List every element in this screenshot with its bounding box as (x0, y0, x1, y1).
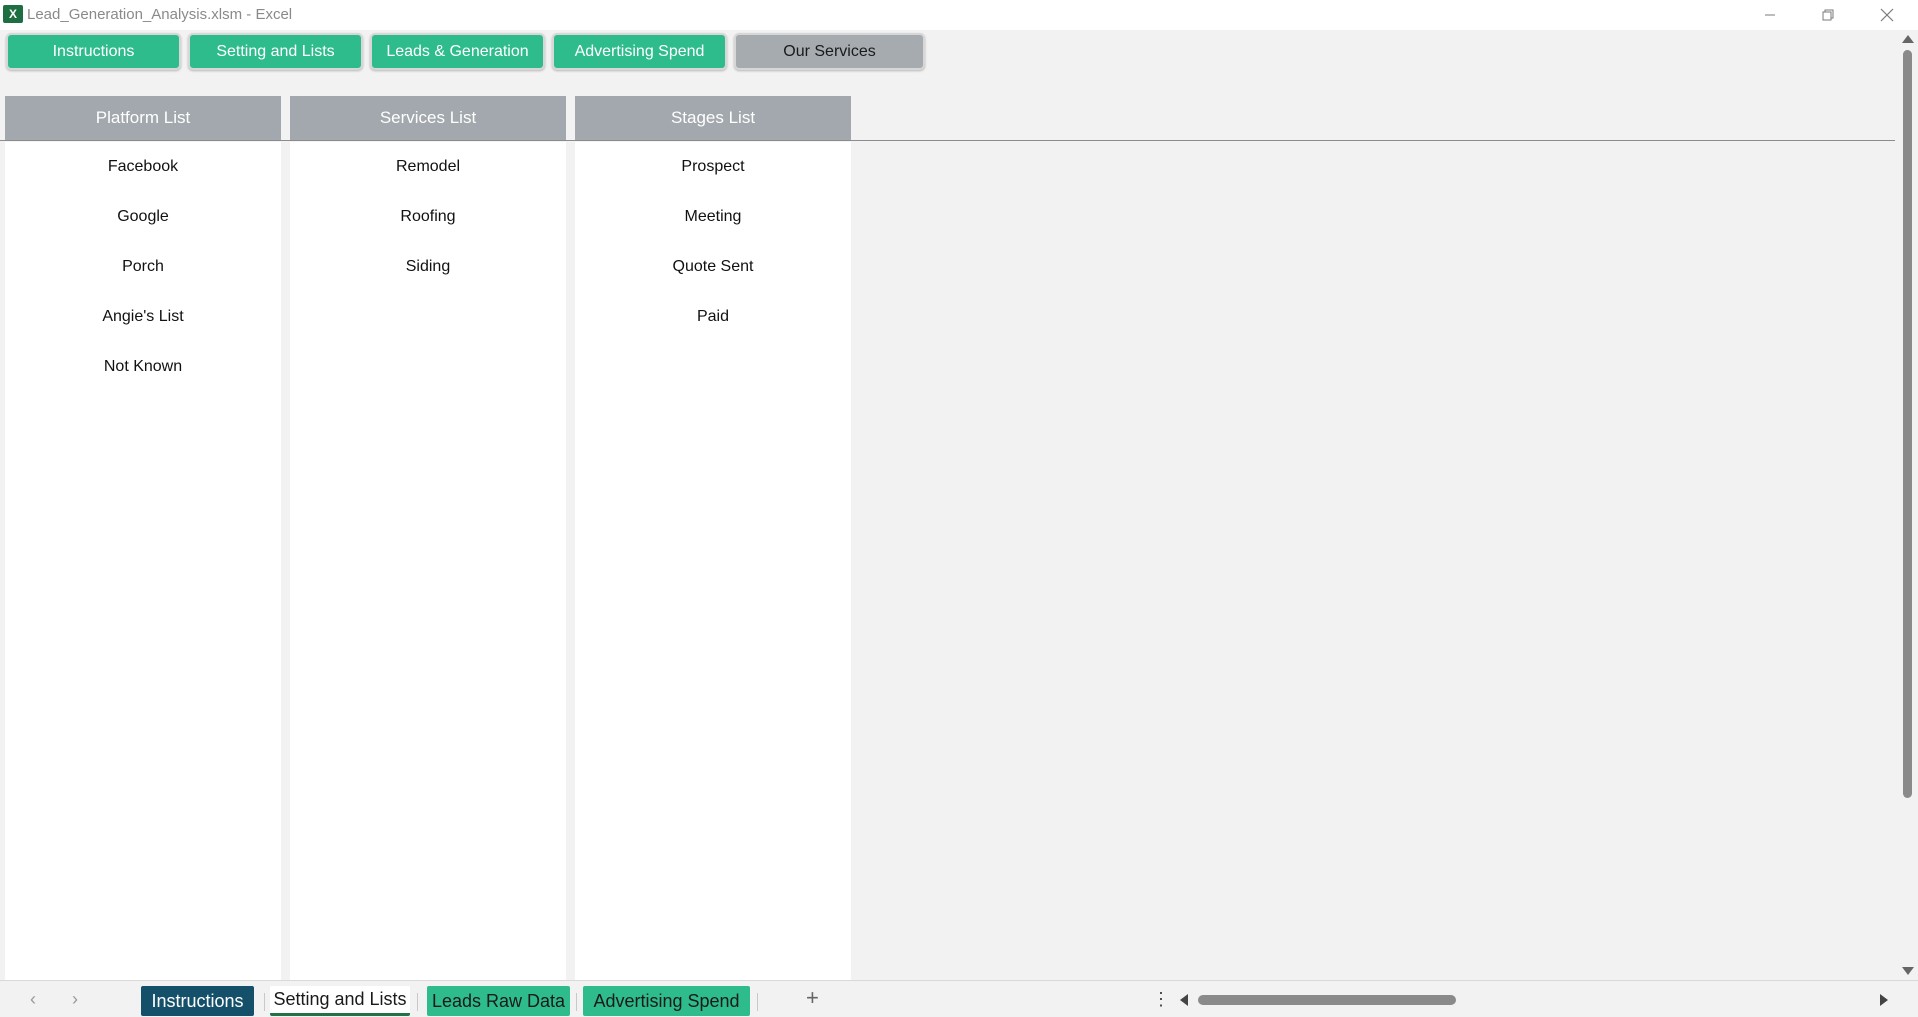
title-bar: X Lead_Generation_Analysis.xlsm - Excel (0, 0, 1918, 30)
restore-button[interactable] (1799, 0, 1857, 30)
stage-item[interactable]: Meeting (575, 208, 851, 226)
advertising-spend-nav-button[interactable]: Advertising Spend (552, 33, 727, 70)
sheet-tab-setting-and-lists[interactable]: Setting and Lists (270, 986, 410, 1016)
chevron-right-icon[interactable]: › (72, 989, 78, 1010)
platform-item[interactable]: Angie's List (5, 308, 281, 326)
tab-separator (576, 993, 577, 1011)
scroll-right-icon[interactable] (1880, 994, 1888, 1006)
stages-list-header: Stages List (575, 96, 851, 140)
horizontal-scroll-thumb[interactable] (1198, 995, 1456, 1005)
minimize-icon (1765, 14, 1775, 16)
worksheet-area (0, 30, 1898, 980)
platform-item[interactable]: Not Known (5, 358, 281, 376)
sheet-tab-leads-raw-data[interactable]: Leads Raw Data (427, 986, 570, 1016)
instructions-nav-button[interactable]: Instructions (6, 33, 181, 70)
platform-item[interactable]: Facebook (5, 158, 281, 176)
plus-icon[interactable]: + (806, 985, 819, 1011)
close-button[interactable] (1858, 0, 1916, 30)
stage-item[interactable]: Quote Sent (575, 258, 851, 276)
stage-item[interactable]: Prospect (575, 158, 851, 176)
scroll-left-icon[interactable] (1180, 994, 1188, 1006)
vertical-scrollbar[interactable] (1898, 30, 1918, 980)
restore-icon (1822, 9, 1834, 21)
services-list-header: Services List (290, 96, 566, 140)
header-divider (0, 140, 1895, 141)
services-list-column: Remodel Roofing Siding (290, 142, 566, 980)
chevron-left-icon[interactable]: ‹ (30, 989, 36, 1010)
leads-generation-nav-button[interactable]: Leads & Generation (370, 33, 545, 70)
scroll-up-icon[interactable] (1902, 35, 1914, 43)
window-title: Lead_Generation_Analysis.xlsm - Excel (27, 6, 293, 23)
platform-item[interactable]: Google (5, 208, 281, 226)
our-services-nav-button[interactable]: Our Services (734, 33, 925, 70)
sheet-tab-bar: ‹ › Instructions Setting and Lists Leads… (0, 980, 1918, 1017)
setting-and-lists-nav-button[interactable]: Setting and Lists (188, 33, 363, 70)
service-item[interactable]: Siding (290, 258, 566, 276)
close-icon (1880, 8, 1894, 22)
platform-list-header: Platform List (5, 96, 281, 140)
stages-list-column: Prospect Meeting Quote Sent Paid (575, 142, 851, 980)
service-item[interactable]: Remodel (290, 158, 566, 176)
platform-list-column: Facebook Google Porch Angie's List Not K… (5, 142, 281, 980)
minimize-button[interactable] (1741, 0, 1799, 30)
excel-icon: X (3, 5, 23, 23)
sheet-tab-advertising-spend[interactable]: Advertising Spend (583, 986, 750, 1016)
tab-separator (417, 993, 418, 1011)
scroll-down-icon[interactable] (1902, 967, 1914, 975)
tab-separator (264, 993, 265, 1011)
stage-item[interactable]: Paid (575, 308, 851, 326)
tab-separator (757, 993, 758, 1011)
kebab-icon[interactable]: ⋮ (1152, 989, 1170, 1010)
service-item[interactable]: Roofing (290, 208, 566, 226)
platform-item[interactable]: Porch (5, 258, 281, 276)
sheet-tab-instructions[interactable]: Instructions (141, 986, 254, 1016)
vertical-scroll-thumb[interactable] (1903, 50, 1912, 798)
